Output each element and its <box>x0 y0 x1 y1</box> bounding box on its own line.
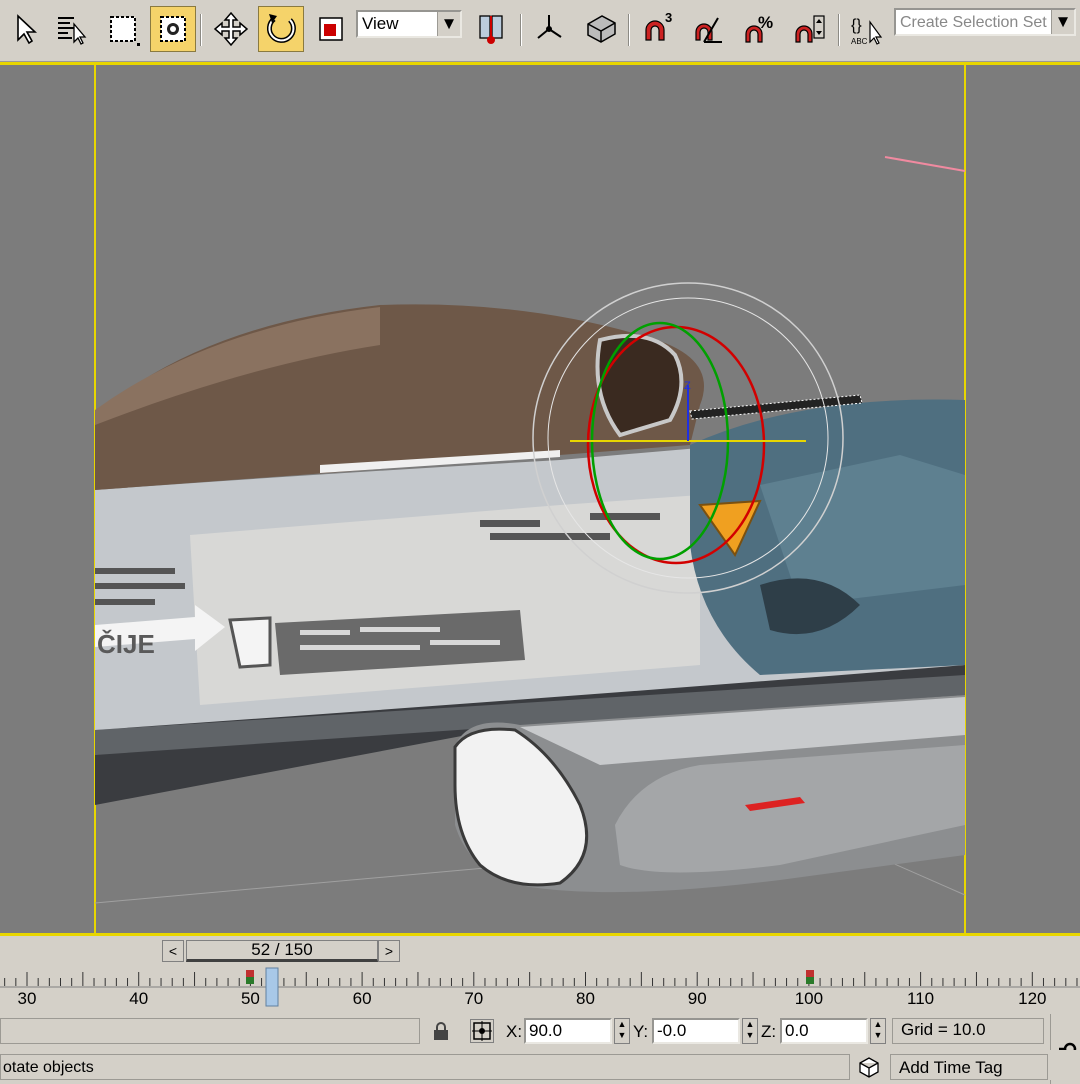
ruler-tick-label: 110 <box>907 989 934 1008</box>
track-bar[interactable]: 30 40 50 60 70 80 90 100 110 120 <box>0 966 1080 1014</box>
transform-mode-icon <box>472 1021 492 1041</box>
svg-text:%: % <box>758 13 773 32</box>
scale-icon <box>319 17 343 41</box>
ruler-tick-label: 40 <box>129 989 148 1008</box>
reference-coordinate-dropdown[interactable]: View ▼ <box>356 10 462 38</box>
ruler-tick-label: 100 <box>795 989 823 1008</box>
z-spinner[interactable]: ▲ ▼ <box>870 1018 886 1044</box>
percent-snap-icon: % <box>745 13 773 43</box>
rectangular-selection-button[interactable] <box>100 6 146 52</box>
y-coordinate-input[interactable]: -0.0 <box>652 1018 740 1044</box>
next-frame-button[interactable]: > <box>378 940 400 962</box>
use-pivot-center-button[interactable] <box>468 6 514 52</box>
time-slider-thumb[interactable]: 52 / 150 <box>186 940 378 962</box>
select-by-name-icon <box>58 17 87 45</box>
gizmo-z-label: Z <box>684 380 691 392</box>
x-spinner[interactable]: ▲ ▼ <box>614 1018 630 1044</box>
z-label: Z: <box>761 1022 777 1041</box>
crossing-selection-icon <box>160 16 186 42</box>
pivot-center-icon <box>479 15 503 44</box>
y-label: Y: <box>633 1022 649 1041</box>
current-time-marker[interactable] <box>265 967 279 1007</box>
main-toolbar: View ▼ 3 % {} ABC Create Selection Set ▼ <box>0 0 1080 62</box>
jet-model[interactable]: ČIJE <box>95 304 965 893</box>
pink-guide-line <box>884 156 966 172</box>
select-and-rotate-button[interactable] <box>258 6 304 52</box>
prompt-text: otate objects <box>3 1059 94 1076</box>
rotate-icon <box>266 14 296 43</box>
select-and-move-button[interactable] <box>208 6 254 52</box>
ruler-tick-label: 50 <box>241 989 260 1008</box>
reference-coordinate-value: View <box>362 14 399 33</box>
chevron-left-icon: < <box>168 943 178 959</box>
svg-text:ABC: ABC <box>851 37 868 46</box>
time-slider-bar: < 52 / 150 > <box>0 936 1080 966</box>
coordinate-display-row: X: 90.0 ▲ ▼ Y: -0.0 ▲ ▼ Z: 0.0 ▲ ▼ Grid = 1… <box>0 1014 1080 1084</box>
absolute-mode-transform-button[interactable] <box>470 1019 494 1043</box>
frame-counter: 52 / 150 <box>251 940 313 959</box>
select-object-button[interactable] <box>2 6 48 52</box>
x-value: 90.0 <box>529 1021 563 1040</box>
prompt-line: otate objects <box>0 1054 850 1080</box>
viewport-scene: ČIJE Z <box>94 65 966 933</box>
move-icon <box>213 11 249 47</box>
toolbar-separator <box>200 14 202 46</box>
prompt-line-row: otate objects Add Time Tag <box>0 1050 1080 1080</box>
keyframe-marker[interactable] <box>806 970 814 984</box>
rectangle-selection-icon <box>110 16 140 46</box>
percent-snap-toggle-button[interactable]: % <box>736 6 782 52</box>
track-bar-ruler: 30 40 50 60 70 80 90 100 110 120 <box>0 966 1080 1008</box>
toolbar-separator <box>628 14 630 46</box>
edit-named-selection-button[interactable]: {} ABC <box>844 6 890 52</box>
perspective-viewport[interactable]: ČIJE Z <box>0 62 1080 936</box>
z-coordinate-input[interactable]: 0.0 <box>780 1018 868 1044</box>
y-value: -0.0 <box>657 1021 687 1040</box>
ruler-tick-label: 30 <box>18 989 37 1008</box>
fuselage-decal-text: ČIJE <box>97 629 155 659</box>
named-selection-icon: {} ABC <box>851 17 883 46</box>
arrow-cursor-icon <box>17 14 38 45</box>
keyboard-shortcut-override-button[interactable] <box>578 6 624 52</box>
selection-status-field <box>0 1018 420 1044</box>
select-and-scale-button[interactable] <box>308 6 354 52</box>
ruler-tick-label: 80 <box>576 989 595 1008</box>
select-and-manipulate-button[interactable] <box>526 6 572 52</box>
manipulate-icon <box>537 15 562 39</box>
chevron-right-icon: > <box>384 943 394 959</box>
selection-set-placeholder: Create Selection Set <box>900 14 1047 31</box>
angle-snap-icon <box>695 17 722 43</box>
add-time-tag-button[interactable]: Add Time Tag <box>890 1054 1048 1080</box>
keyframe-marker[interactable] <box>246 970 254 984</box>
ruler-tick-label: 120 <box>1018 989 1046 1008</box>
snap-magnet-3d-icon: 3 <box>645 10 672 41</box>
viewport-cube-icon[interactable] <box>856 1056 882 1078</box>
ruler-tick-label: 70 <box>464 989 483 1008</box>
lock-icon[interactable] <box>430 1020 452 1042</box>
svg-text:{}: {} <box>851 17 862 34</box>
svg-text:3: 3 <box>665 10 672 25</box>
keyboard-icon <box>587 15 616 43</box>
x-label: X: <box>506 1022 523 1041</box>
snaps-toggle-button[interactable]: 3 <box>634 6 680 52</box>
toolbar-separator <box>838 14 840 46</box>
named-selection-sets-dropdown[interactable]: Create Selection Set ▼ <box>894 8 1076 36</box>
previous-frame-button[interactable]: < <box>162 940 184 962</box>
grid-spacing-value: Grid = 10.0 <box>901 1020 986 1039</box>
chevron-down-icon: ▼ <box>437 12 460 36</box>
x-coordinate-input[interactable]: 90.0 <box>524 1018 612 1044</box>
z-value: 0.0 <box>785 1021 809 1040</box>
select-by-name-button[interactable] <box>48 6 94 52</box>
spinner-snap-toggle-button[interactable] <box>786 6 832 52</box>
add-time-tag-label: Add Time Tag <box>899 1058 1003 1077</box>
grid-spacing-display: Grid = 10.0 <box>892 1018 1044 1044</box>
y-spinner[interactable]: ▲ ▼ <box>742 1018 758 1044</box>
angle-snap-toggle-button[interactable] <box>686 6 732 52</box>
window-crossing-button[interactable] <box>150 6 196 52</box>
chevron-down-icon: ▼ <box>1051 10 1074 34</box>
ruler-tick-label: 60 <box>353 989 372 1008</box>
ruler-tick-label: 90 <box>688 989 707 1008</box>
toolbar-separator <box>520 14 522 46</box>
spinner-snap-icon <box>795 15 825 43</box>
